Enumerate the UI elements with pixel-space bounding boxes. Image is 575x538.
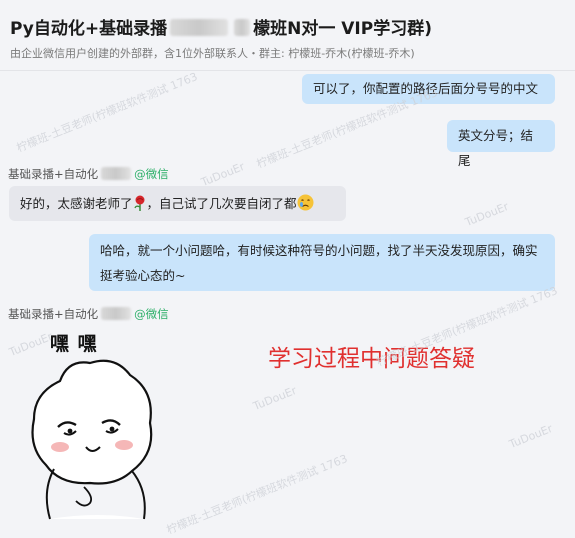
sticker-character-icon	[31, 359, 153, 520]
redacted-blur	[170, 19, 229, 36]
message-list[interactable]: 可以了，你配置的路径后面分号号的中文 英文分号；结尾 基础录播+自动化 @微信 好…	[0, 71, 575, 524]
annotation-text: 学习过程中问题答疑	[268, 346, 475, 372]
rose-icon	[133, 194, 147, 219]
redacted-blur	[234, 19, 251, 36]
group-subtitle: 由企业微信用户创建的外部群，含1位外部联系人・群主: 柠檬班-乔木(柠檬班-乔木…	[10, 47, 415, 60]
group-title[interactable]: Py自动化+基础录播 檬班N对一 VIP学习群)	[10, 14, 432, 39]
sender-name: 基础录播+自动化 @微信	[8, 167, 169, 181]
sticker-image[interactable]: 嘿 嘿	[20, 325, 170, 520]
message-bubble[interactable]: 哈哈，就一个小问题哈，有时候这种符号的小问题，找了半天没发现原因，确实挺考验心态…	[89, 234, 555, 291]
chat-header: Py自动化+基础录播 檬班N对一 VIP学习群) 由企业微信用户创建的外部群，含1…	[0, 0, 575, 71]
redacted-blur	[101, 167, 132, 180]
crying-face-icon	[297, 194, 314, 219]
message-bubble[interactable]: 好的，太感谢老师了 ，自己试了几次要自闭了都	[9, 186, 346, 221]
redacted-blur	[101, 307, 132, 320]
sender-name: 基础录播+自动化 @微信	[8, 307, 169, 321]
message-bubble[interactable]: 英文分号；结尾	[447, 120, 555, 168]
